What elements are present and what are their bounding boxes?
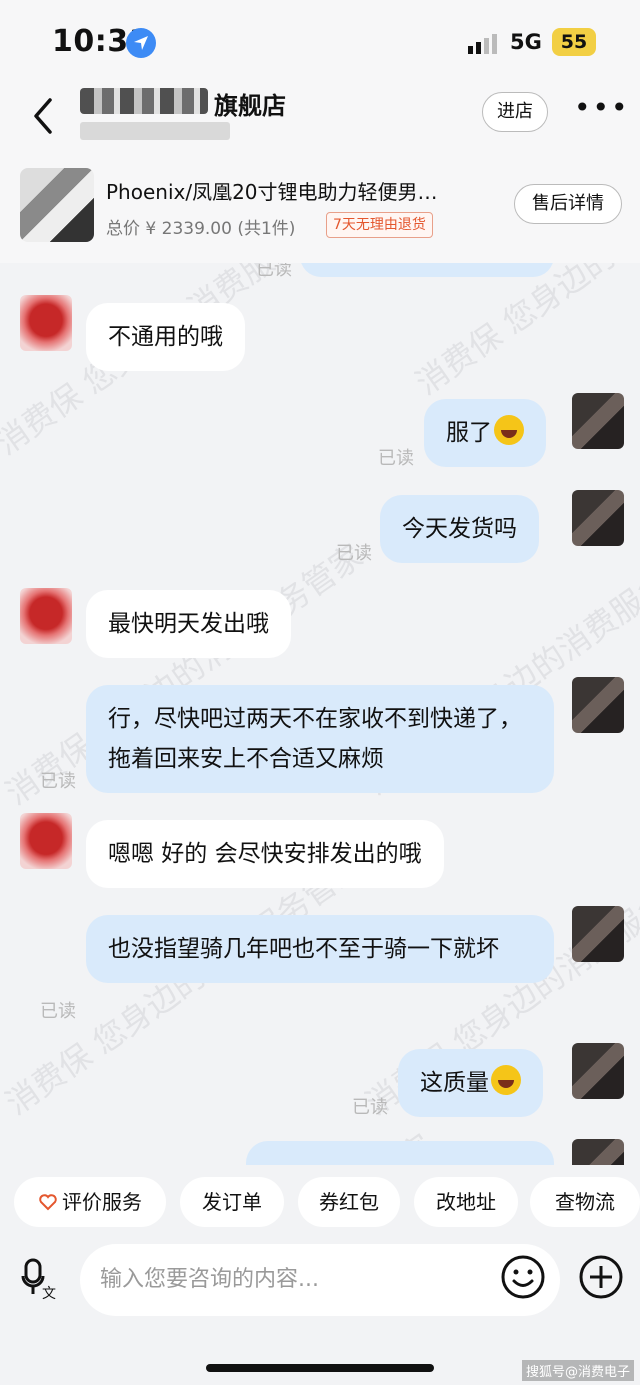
message-bubble: 行，尽快吧过两天不在家收不到快递了，拖着回来安上不合适又麻烦: [86, 685, 554, 793]
product-image: [20, 168, 94, 242]
read-receipt: 已读: [336, 543, 372, 564]
chat-messages[interactable]: 已读 不通用的哦 服了 已读 今天发货吗 已读 最快明天发出哦 行，尽快吧过两天…: [0, 263, 640, 1165]
message-bubble: 嗯嗯 好的 会尽快安排发出的哦: [86, 820, 444, 888]
user-avatar: [572, 1139, 624, 1165]
track-shipping-button[interactable]: 查物流: [530, 1177, 640, 1227]
signal-icon: [468, 34, 497, 54]
user-avatar: [572, 677, 624, 733]
voice-icon[interactable]: 文: [20, 1258, 62, 1300]
message-bubble: 也没指望骑几年吧也不至于骑一下就坏: [86, 915, 554, 983]
agent-avatar: [20, 813, 72, 869]
quick-actions-bar: 评价服务 发订单 券红包 改地址 查物流: [0, 1165, 640, 1240]
change-address-button[interactable]: 改地址: [414, 1177, 518, 1227]
smile-icon[interactable]: [500, 1254, 546, 1300]
message-text: 这质量: [420, 1070, 489, 1096]
network-label: 5G: [510, 30, 542, 54]
location-arrow-icon: [126, 28, 156, 58]
back-icon[interactable]: [28, 96, 58, 136]
input-bar: 文 输入您要咨询的内容... 搜狐号@消费电子: [0, 1240, 640, 1385]
read-receipt: 已读: [256, 263, 292, 280]
message-bubble: 今天发货吗: [380, 495, 539, 563]
message-bubble-partial: [300, 263, 554, 277]
svg-text:文: 文: [42, 1286, 56, 1300]
product-title: Phoenix/凤凰20寸锂电助力轻便男…: [106, 180, 438, 204]
home-indicator: [206, 1364, 434, 1372]
user-avatar: [572, 393, 624, 449]
plus-icon[interactable]: [578, 1254, 624, 1300]
product-price: 总价 ¥ 2339.00 (共1件): [106, 219, 296, 239]
read-receipt: 已读: [40, 1001, 76, 1022]
message-bubble: 不通用的哦: [86, 303, 245, 371]
user-avatar: [572, 490, 624, 546]
agent-avatar: [20, 295, 72, 351]
read-receipt: 已读: [378, 448, 414, 469]
shop-name-redacted: [80, 88, 208, 114]
message-bubble: 最快明天发出哦: [86, 590, 291, 658]
message-bubble-partial: [246, 1141, 554, 1165]
status-bar: 10:31 5G 55: [0, 0, 640, 88]
message-bubble: 服了: [424, 399, 546, 467]
message-bubble: 这质量: [398, 1049, 543, 1117]
aftersale-details-button[interactable]: 售后详情: [514, 184, 622, 224]
battery-indicator: 55: [552, 28, 596, 56]
more-icon[interactable]: •••: [574, 94, 628, 128]
button-label: 评价服务: [62, 1190, 142, 1214]
shop-name: 旗舰店: [214, 92, 286, 120]
message-text: 服了: [446, 420, 492, 446]
laughing-emoji-icon: [494, 415, 524, 445]
heart-icon: [39, 1194, 57, 1211]
read-receipt: 已读: [352, 1097, 388, 1118]
agent-avatar: [20, 588, 72, 644]
read-receipt: 已读: [40, 771, 76, 792]
rate-service-button[interactable]: 评价服务: [14, 1177, 166, 1227]
user-avatar: [572, 1043, 624, 1099]
chat-header: 旗舰店 进店 ••• Phoenix/凤凰20寸锂电助力轻便男… 总价 ¥ 23…: [0, 88, 640, 263]
message-input[interactable]: 输入您要咨询的内容...: [80, 1244, 560, 1316]
product-card[interactable]: Phoenix/凤凰20寸锂电助力轻便男… 总价 ¥ 2339.00 (共1件)…: [0, 158, 640, 263]
enter-shop-button[interactable]: 进店: [482, 92, 548, 132]
user-avatar: [572, 906, 624, 962]
service-status-redacted: [80, 122, 230, 140]
coupon-button[interactable]: 券红包: [298, 1177, 400, 1227]
source-credit: 搜狐号@消费电子: [522, 1360, 635, 1381]
laughing-emoji-icon: [491, 1065, 521, 1095]
return-policy-badge: 7天无理由退货: [326, 212, 433, 238]
send-order-button[interactable]: 发订单: [180, 1177, 284, 1227]
